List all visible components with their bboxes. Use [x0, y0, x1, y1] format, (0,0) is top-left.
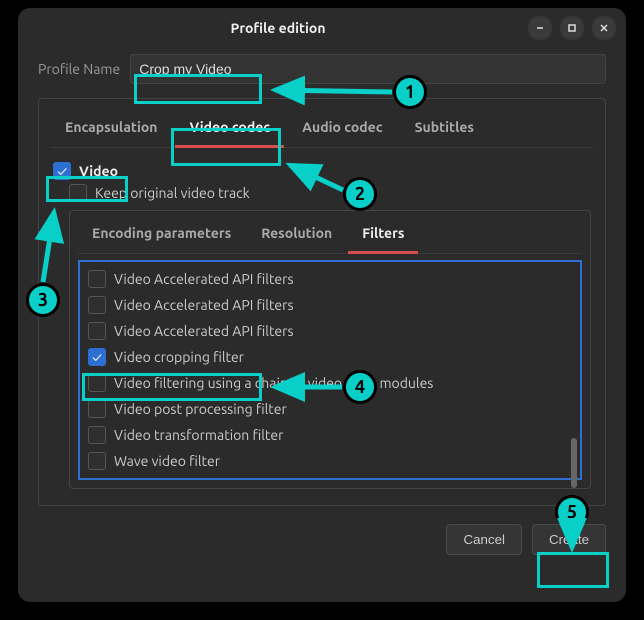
- subtab-resolution[interactable]: Resolution: [247, 215, 346, 253]
- keep-original-label: Keep original video track: [95, 185, 250, 201]
- tab-audio-codec[interactable]: Audio codec: [288, 109, 396, 147]
- titlebar: Profile edition: [18, 8, 626, 48]
- filter-item[interactable]: Video Accelerated API filters: [82, 266, 578, 292]
- filter-checkbox[interactable]: ✓: [88, 348, 106, 366]
- filters-list[interactable]: Video Accelerated API filters Video Acce…: [78, 260, 582, 480]
- filter-item[interactable]: Video post processing filter: [82, 396, 578, 422]
- filter-checkbox[interactable]: [88, 374, 106, 392]
- filter-label: Video transformation filter: [114, 427, 283, 443]
- filter-item[interactable]: Video transformation filter: [82, 422, 578, 448]
- video-subpanel: Encoding parameters Resolution Filters V…: [69, 210, 591, 489]
- filter-checkbox[interactable]: [88, 322, 106, 340]
- filter-label: Wave video filter: [114, 453, 220, 469]
- window-title: Profile edition: [28, 20, 528, 36]
- maximize-button[interactable]: [560, 16, 584, 40]
- keep-original-row: Keep original video track: [69, 184, 591, 202]
- filter-label: Video Accelerated API filters: [114, 323, 294, 339]
- filter-checkbox[interactable]: [88, 270, 106, 288]
- video-checkbox-label: Video: [79, 163, 118, 179]
- keep-original-checkbox[interactable]: [69, 184, 87, 202]
- filter-checkbox[interactable]: [88, 426, 106, 444]
- filter-label: Video Accelerated API filters: [114, 271, 294, 287]
- filter-item[interactable]: Video Accelerated API filters: [82, 318, 578, 344]
- filter-item[interactable]: Video filtering using a chain of video f…: [82, 370, 578, 396]
- video-checkbox-row: ✓ Video: [53, 162, 591, 180]
- minimize-button[interactable]: [528, 16, 552, 40]
- dialog-buttons: Cancel Create: [38, 524, 606, 555]
- filter-label: Video post processing filter: [114, 401, 287, 417]
- filter-item-cropping[interactable]: ✓ Video cropping filter: [82, 344, 578, 370]
- filter-item[interactable]: Video Accelerated API filters: [82, 292, 578, 318]
- filter-checkbox[interactable]: [88, 452, 106, 470]
- filter-item[interactable]: Wave video filter: [82, 448, 578, 474]
- window-controls: [528, 16, 616, 40]
- filter-checkbox[interactable]: [88, 296, 106, 314]
- filter-checkbox[interactable]: [88, 400, 106, 418]
- subtabs: Encoding parameters Resolution Filters: [78, 215, 582, 254]
- filter-label: Video Accelerated API filters: [114, 297, 294, 313]
- tab-subtitles[interactable]: Subtitles: [401, 109, 488, 147]
- scrollbar[interactable]: [571, 268, 577, 472]
- cancel-button[interactable]: Cancel: [446, 524, 522, 555]
- tabs: Encapsulation Video codec Audio codec Su…: [51, 109, 593, 148]
- codec-panel: Encapsulation Video codec Audio codec Su…: [38, 98, 606, 506]
- dialog-body: Profile Name Encapsulation Video codec A…: [18, 48, 626, 569]
- profile-name-label: Profile Name: [38, 61, 120, 77]
- filter-label: Video filtering using a chain of video f…: [114, 375, 433, 391]
- profile-name-input[interactable]: [130, 54, 606, 84]
- create-button[interactable]: Create: [532, 524, 606, 555]
- dialog-window: Profile edition Profile Name Encapsulati…: [18, 8, 626, 602]
- tab-encapsulation[interactable]: Encapsulation: [51, 109, 171, 147]
- video-checkbox[interactable]: ✓: [53, 162, 71, 180]
- filter-label: Video cropping filter: [114, 349, 244, 365]
- scrollbar-thumb[interactable]: [571, 438, 577, 488]
- close-button[interactable]: [592, 16, 616, 40]
- subtab-encoding[interactable]: Encoding parameters: [78, 215, 245, 253]
- tab-video-codec[interactable]: Video codec: [175, 109, 284, 148]
- subtab-filters[interactable]: Filters: [348, 215, 418, 254]
